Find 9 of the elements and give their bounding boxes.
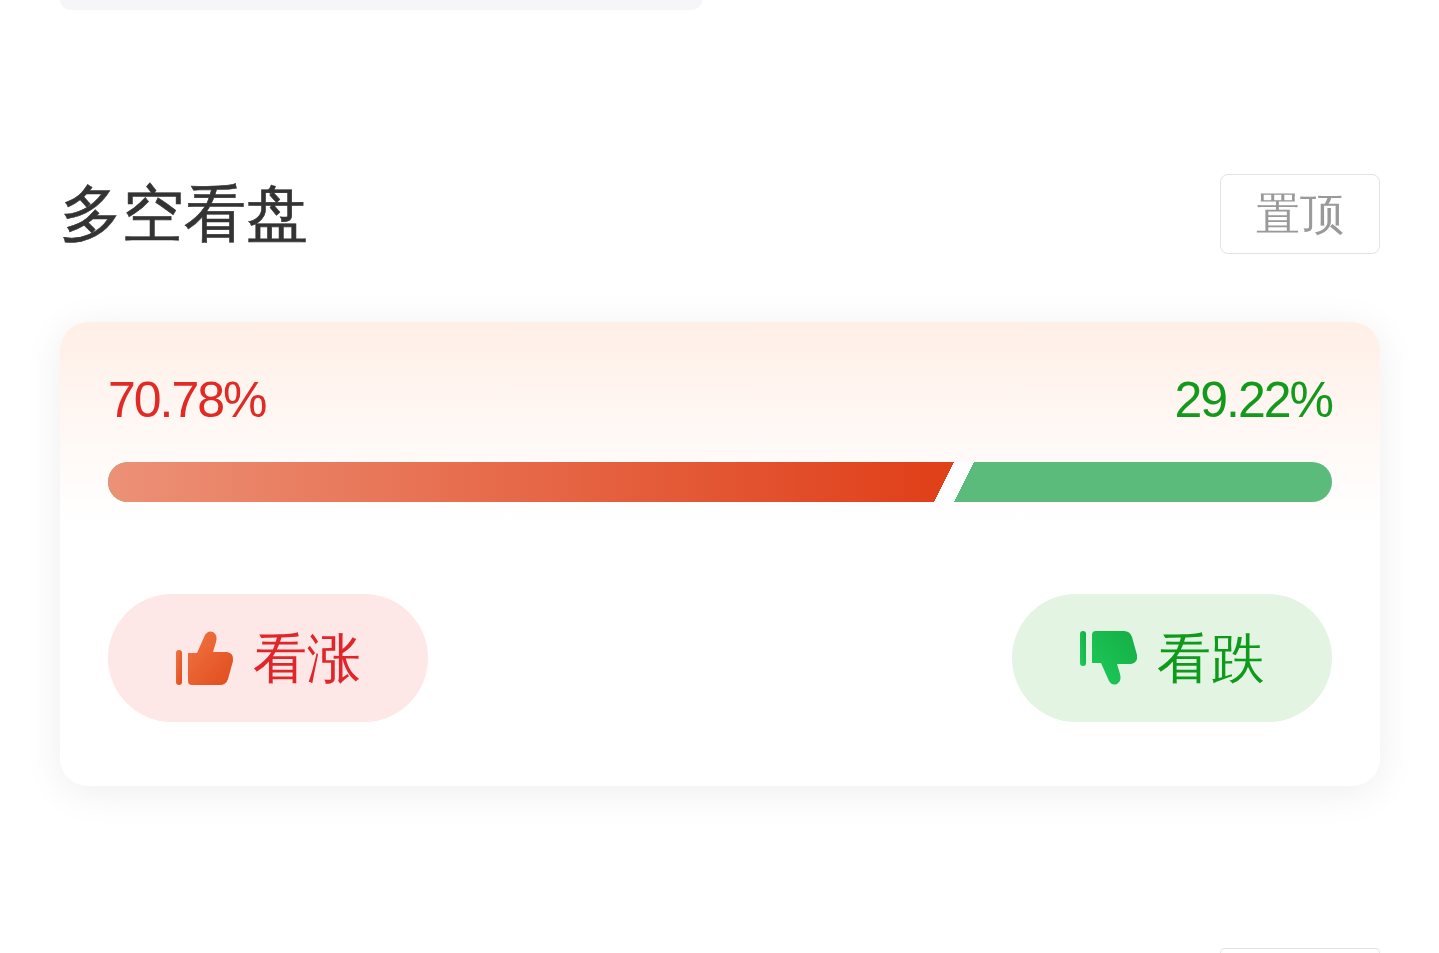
bullish-button[interactable]: 看涨 bbox=[108, 594, 428, 722]
bullish-percent: 70.78% bbox=[108, 371, 266, 430]
next-pin-button-edge[interactable] bbox=[1220, 948, 1380, 953]
thumbs-down-icon bbox=[1079, 630, 1138, 686]
thumbs-up-icon bbox=[175, 630, 234, 686]
bearish-button[interactable]: 看跌 bbox=[1012, 594, 1332, 722]
bearish-percent: 29.22% bbox=[1174, 371, 1332, 430]
section-title: 多空看盘 bbox=[60, 183, 308, 245]
pin-to-top-button[interactable]: 置顶 bbox=[1220, 174, 1380, 254]
